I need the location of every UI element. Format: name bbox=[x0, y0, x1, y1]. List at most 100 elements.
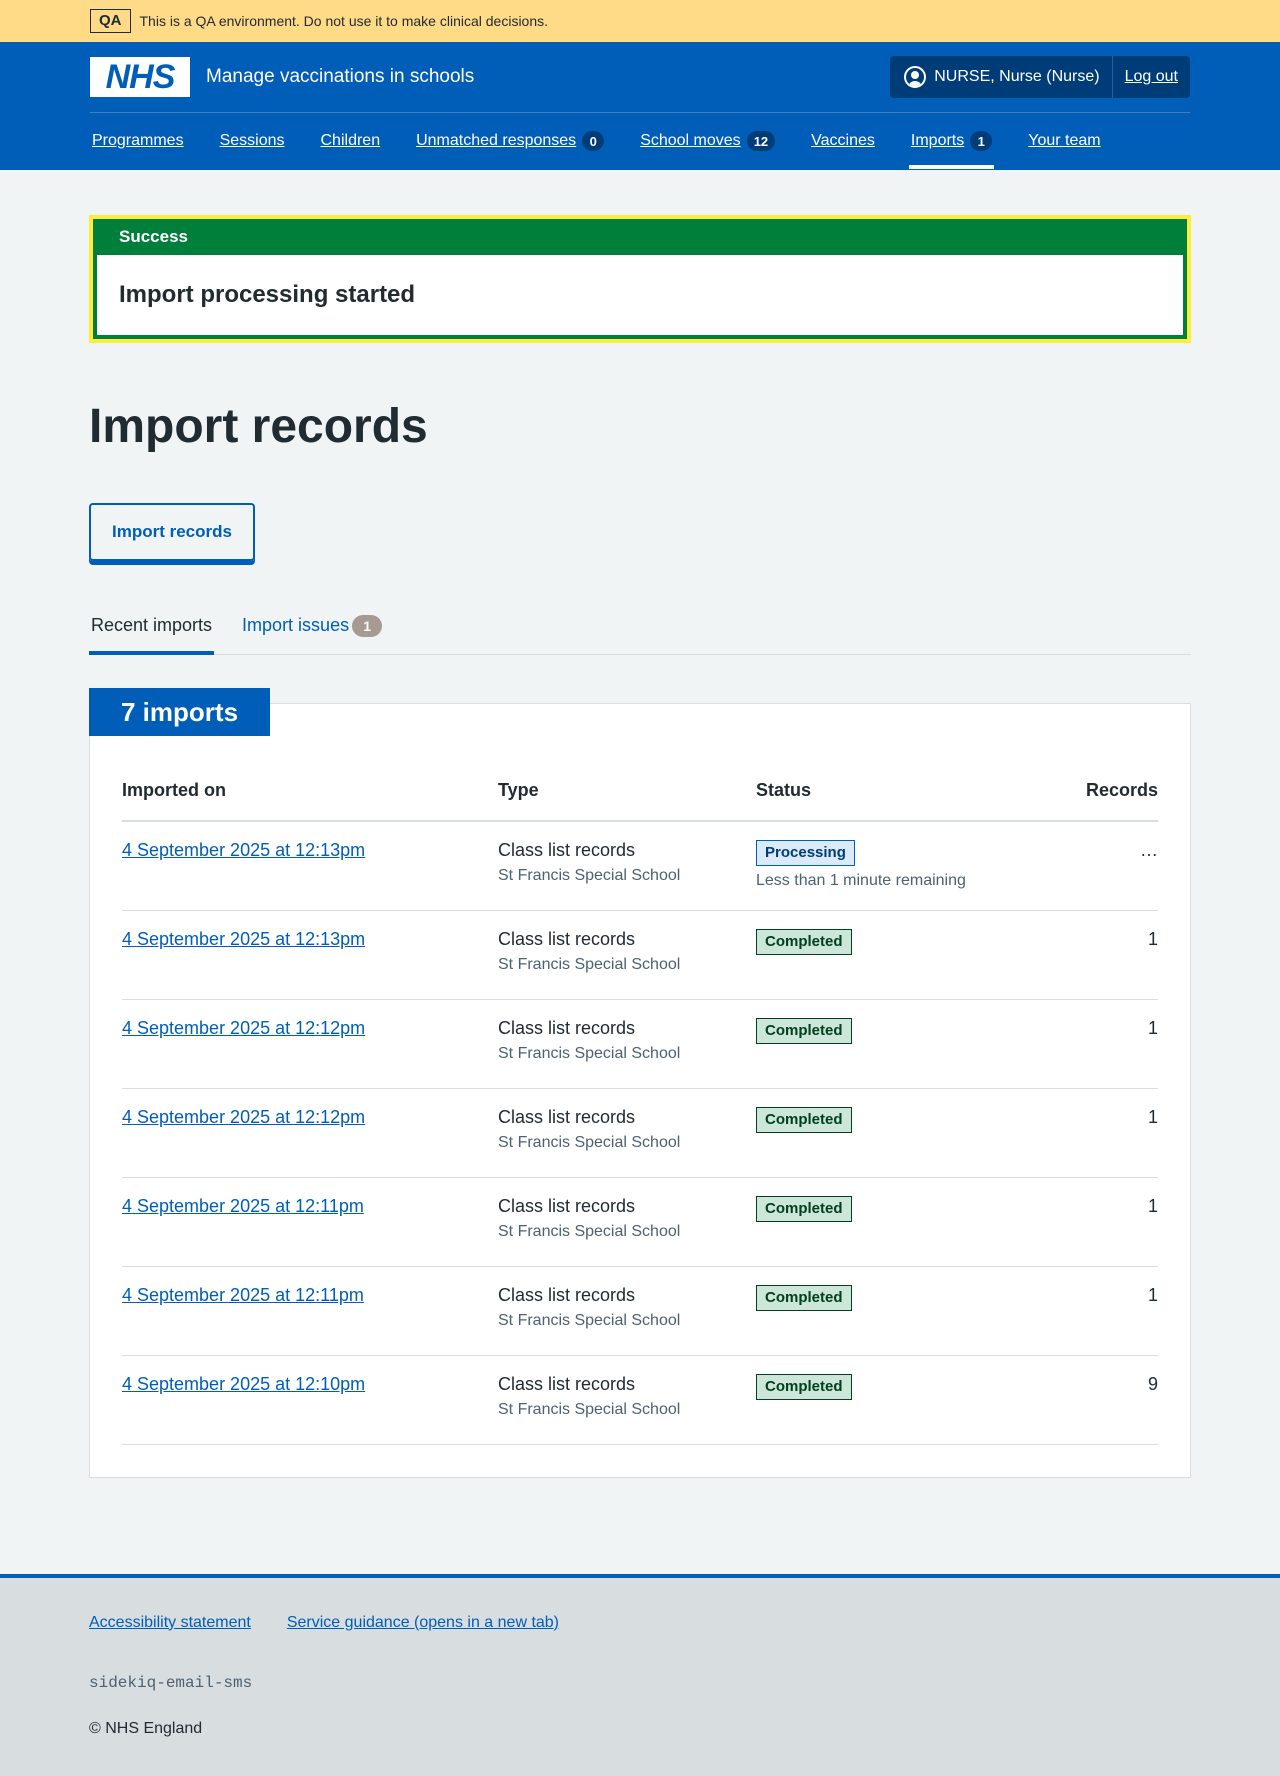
import-school: St Francis Special School bbox=[498, 1311, 681, 1329]
nav-link-imports[interactable]: Imports bbox=[911, 132, 964, 150]
nav-item-programmes[interactable]: Programmes bbox=[90, 113, 186, 169]
nav-item-sessions[interactable]: Sessions bbox=[218, 113, 287, 169]
import-tabs: Recent imports Import issues 1 bbox=[89, 597, 1191, 655]
import-school: St Francis Special School bbox=[498, 1400, 681, 1418]
nav-link-unmatched-responses[interactable]: Unmatched responses bbox=[416, 132, 576, 150]
import-school: St Francis Special School bbox=[498, 867, 681, 884]
unmatched-responses-count: 0 bbox=[582, 131, 605, 151]
imports-table: Imported on Type Status Records 4 Septem… bbox=[122, 760, 1158, 1445]
records-count: 1 bbox=[1016, 1088, 1158, 1178]
environment-code: sidekiq-email-sms bbox=[89, 1673, 253, 1692]
import-date-link[interactable]: 4 September 2025 at 12:10pm bbox=[122, 1374, 365, 1394]
nav-item-school-moves[interactable]: School moves 12 bbox=[638, 113, 777, 169]
nav-item-children[interactable]: Children bbox=[319, 113, 383, 169]
primary-navigation: Programmes Sessions Children Unmatched r… bbox=[90, 113, 1190, 169]
table-header-row: Imported on Type Status Records bbox=[122, 760, 1158, 822]
column-header-type: Type bbox=[498, 760, 756, 822]
import-records-button[interactable]: Import records bbox=[89, 503, 255, 561]
records-count: 9 bbox=[1016, 1355, 1158, 1445]
nav-link-children[interactable]: Children bbox=[321, 132, 381, 150]
nav-link-vaccines[interactable]: Vaccines bbox=[811, 132, 875, 150]
user-name: NURSE, Nurse (Nurse) bbox=[934, 68, 1100, 85]
tab-recent-imports[interactable]: Recent imports bbox=[89, 597, 215, 655]
accessibility-statement-link[interactable]: Accessibility statement bbox=[89, 1614, 251, 1632]
table-row: 4 September 2025 at 12:11pm Class list r… bbox=[122, 1266, 1158, 1356]
logout-link[interactable]: Log out bbox=[1125, 68, 1178, 86]
notification-message: Import processing started bbox=[97, 255, 1183, 335]
table-row: 4 September 2025 at 12:12pm Class list r… bbox=[122, 999, 1158, 1089]
footer-links: Accessibility statement Service guidance… bbox=[89, 1614, 1191, 1632]
imports-count: 1 bbox=[970, 131, 993, 151]
page-title: Import records bbox=[89, 400, 428, 453]
nav-item-vaccines[interactable]: Vaccines bbox=[809, 113, 877, 169]
school-moves-count: 12 bbox=[746, 131, 776, 151]
import-type: Class list records bbox=[498, 1284, 636, 1305]
status-badge: Completed bbox=[756, 1106, 852, 1133]
success-notification: Success Import processing started bbox=[89, 215, 1191, 343]
status-badge: Completed bbox=[756, 1195, 852, 1222]
nhs-logo-text: NHS bbox=[105, 58, 176, 96]
import-school: St Francis Special School bbox=[498, 1044, 681, 1062]
import-date-link[interactable]: 4 September 2025 at 12:12pm bbox=[122, 1107, 365, 1127]
status-badge: Completed bbox=[756, 1284, 852, 1311]
import-type: Class list records bbox=[498, 1106, 636, 1127]
table-row: 4 September 2025 at 12:13pm Class list r… bbox=[122, 821, 1158, 911]
main-content: Success Import processing started Import… bbox=[89, 170, 1191, 1478]
import-school: St Francis Special School bbox=[498, 1222, 681, 1240]
tab-recent-imports-label: Recent imports bbox=[91, 615, 213, 635]
logout-container: Log out bbox=[1111, 56, 1190, 98]
import-date-link[interactable]: 4 September 2025 at 12:12pm bbox=[122, 1018, 365, 1038]
nav-item-your-team[interactable]: Your team bbox=[1026, 113, 1102, 169]
tab-import-issues-link[interactable]: Import issues bbox=[242, 615, 349, 636]
imports-count-heading: 7 imports bbox=[89, 688, 271, 736]
user-icon bbox=[904, 66, 927, 88]
column-header-imported-on: Imported on bbox=[122, 760, 498, 822]
site-footer: Accessibility statement Service guidance… bbox=[0, 1573, 1280, 1776]
import-date-link[interactable]: 4 September 2025 at 12:13pm bbox=[122, 840, 365, 860]
nav-link-sessions[interactable]: Sessions bbox=[220, 132, 285, 150]
status-detail: Less than 1 minute remaining bbox=[756, 872, 966, 889]
notification-title: Success bbox=[119, 227, 188, 246]
nhs-logo[interactable]: NHS bbox=[90, 57, 190, 97]
nav-link-programmes[interactable]: Programmes bbox=[92, 132, 184, 150]
column-header-status: Status bbox=[756, 760, 1016, 822]
import-type: Class list records bbox=[498, 1195, 636, 1216]
qa-tag: QA bbox=[90, 9, 131, 33]
nav-item-imports[interactable]: Imports 1 bbox=[908, 113, 995, 169]
records-count: 1 bbox=[1016, 910, 1158, 1000]
table-row: 4 September 2025 at 12:12pm Class list r… bbox=[122, 1088, 1158, 1178]
import-school: St Francis Special School bbox=[498, 955, 681, 973]
import-date-link[interactable]: 4 September 2025 at 12:11pm bbox=[122, 1285, 364, 1305]
table-row: 4 September 2025 at 12:10pm Class list r… bbox=[122, 1355, 1158, 1445]
imports-card: 7 imports Imported on Type Status Record… bbox=[89, 688, 1191, 1478]
qa-environment-banner: QA This is a QA environment. Do not use … bbox=[0, 0, 1280, 42]
account-user: NURSE, Nurse (Nurse) bbox=[890, 56, 1111, 98]
import-issues-count: 1 bbox=[352, 614, 383, 637]
records-count: … bbox=[1016, 821, 1158, 911]
table-row: 4 September 2025 at 12:11pm Class list r… bbox=[122, 1177, 1158, 1267]
footer-inner: Accessibility statement Service guidance… bbox=[89, 1614, 1191, 1738]
brand[interactable]: NHS Manage vaccinations in schools bbox=[90, 57, 474, 97]
site-header: NHS Manage vaccinations in schools NURSE… bbox=[0, 42, 1280, 170]
records-count: 1 bbox=[1016, 1266, 1158, 1356]
import-type: Class list records bbox=[498, 928, 636, 949]
tab-import-issues[interactable]: Import issues 1 bbox=[240, 597, 384, 654]
account-menu: NURSE, Nurse (Nurse) Log out bbox=[890, 56, 1190, 98]
column-header-records: Records bbox=[1016, 760, 1158, 822]
status-badge: Completed bbox=[756, 928, 852, 955]
service-guidance-link[interactable]: Service guidance (opens in a new tab) bbox=[287, 1614, 559, 1632]
import-school: St Francis Special School bbox=[498, 1133, 681, 1151]
service-name[interactable]: Manage vaccinations in schools bbox=[206, 66, 474, 88]
header-top: NHS Manage vaccinations in schools NURSE… bbox=[90, 42, 1190, 113]
nav-link-school-moves[interactable]: School moves bbox=[640, 132, 741, 150]
qa-message: This is a QA environment. Do not use it … bbox=[139, 13, 549, 29]
records-count: 1 bbox=[1016, 1177, 1158, 1267]
nav-item-unmatched-responses[interactable]: Unmatched responses 0 bbox=[414, 113, 606, 169]
status-badge: Processing bbox=[756, 840, 855, 866]
copyright: © NHS England bbox=[89, 1719, 203, 1737]
import-type: Class list records bbox=[498, 840, 636, 860]
import-date-link[interactable]: 4 September 2025 at 12:11pm bbox=[122, 1196, 364, 1216]
nav-link-your-team[interactable]: Your team bbox=[1028, 132, 1100, 150]
import-type: Class list records bbox=[498, 1017, 636, 1038]
import-date-link[interactable]: 4 September 2025 at 12:13pm bbox=[122, 929, 365, 949]
